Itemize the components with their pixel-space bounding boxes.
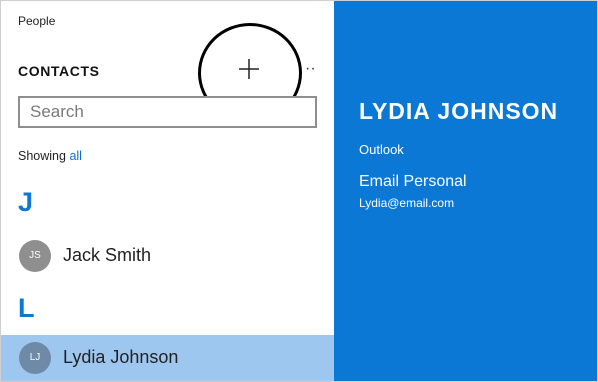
contact-name: Jack Smith (63, 245, 152, 265)
avatar: LJ (19, 342, 51, 374)
plus-icon (239, 59, 259, 79)
contact-item-jack-smith[interactable]: JS Jack Smith (1, 233, 334, 279)
add-contact-button[interactable] (233, 53, 265, 85)
showing-filter: Showing all (18, 149, 82, 163)
more-options-button[interactable]: ·· (305, 59, 325, 79)
contact-item-lydia-johnson[interactable]: LJ Lydia Johnson (1, 335, 334, 381)
contact-detail-panel: LYDIA JOHNSON Outlook Email Personal Lyd… (334, 1, 597, 381)
group-header-j[interactable]: J (18, 187, 33, 218)
app-title: People (18, 14, 56, 28)
avatar: JS (19, 240, 51, 272)
contact-name: Lydia Johnson (63, 347, 179, 367)
filter-all-link[interactable]: all (69, 149, 82, 163)
contacts-heading: CONTACTS (18, 63, 100, 79)
detail-account-source: Outlook (359, 142, 404, 157)
showing-label: Showing (18, 149, 70, 163)
people-app-window: People CONTACTS ·· Showing all J JS Jack… (0, 0, 598, 382)
detail-contact-name: LYDIA JOHNSON (359, 98, 559, 124)
contacts-panel: People CONTACTS ·· Showing all J JS Jack… (1, 1, 334, 381)
detail-email-link[interactable]: Lydia@email.com (359, 196, 454, 210)
detail-email-label: Email Personal (359, 173, 467, 190)
search-box[interactable] (18, 96, 317, 128)
group-header-l[interactable]: L (18, 293, 35, 324)
search-input[interactable] (20, 98, 315, 126)
